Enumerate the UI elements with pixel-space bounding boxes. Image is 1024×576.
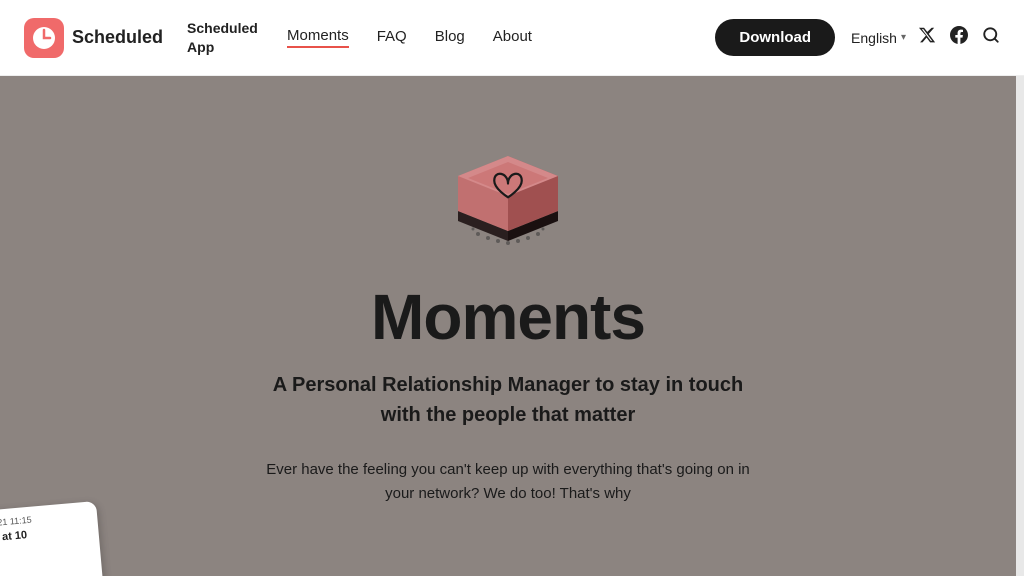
social-links bbox=[918, 26, 968, 49]
hero-subtitle: A Personal Relationship Manager to stay … bbox=[268, 370, 748, 430]
nav-moments[interactable]: Moments bbox=[287, 27, 349, 48]
phone-card-name: nt at 10 bbox=[0, 524, 89, 545]
logo-text: Scheduled bbox=[72, 27, 163, 48]
chevron-down-icon: ▾ bbox=[901, 32, 906, 43]
facebook-icon[interactable] bbox=[950, 26, 968, 49]
moments-icon bbox=[428, 116, 588, 256]
scrollbar[interactable] bbox=[1016, 0, 1024, 576]
navbar: Scheduled Scheduled App Moments FAQ Blog… bbox=[0, 0, 1024, 76]
logo-link[interactable]: Scheduled bbox=[24, 18, 163, 58]
scheduled-app-link[interactable]: Scheduled App bbox=[187, 19, 267, 55]
hero-body: Ever have the feeling you can't keep up … bbox=[253, 458, 763, 506]
main-nav: Moments FAQ Blog About bbox=[287, 27, 707, 48]
nav-blog[interactable]: Blog bbox=[435, 28, 465, 47]
phone-card: 2021 11:15 nt at 10 bbox=[0, 501, 104, 576]
search-button[interactable] bbox=[982, 26, 1000, 49]
nav-faq[interactable]: FAQ bbox=[377, 28, 407, 47]
language-selector[interactable]: English ▾ bbox=[851, 30, 906, 46]
logo-icon bbox=[24, 18, 64, 58]
nav-about[interactable]: About bbox=[493, 28, 532, 47]
hero-title: Moments bbox=[371, 280, 645, 354]
twitter-icon[interactable] bbox=[918, 26, 936, 49]
download-button[interactable]: Download bbox=[715, 19, 835, 56]
hero-section: Moments A Personal Relationship Manager … bbox=[0, 76, 1016, 576]
language-label: English bbox=[851, 30, 897, 46]
